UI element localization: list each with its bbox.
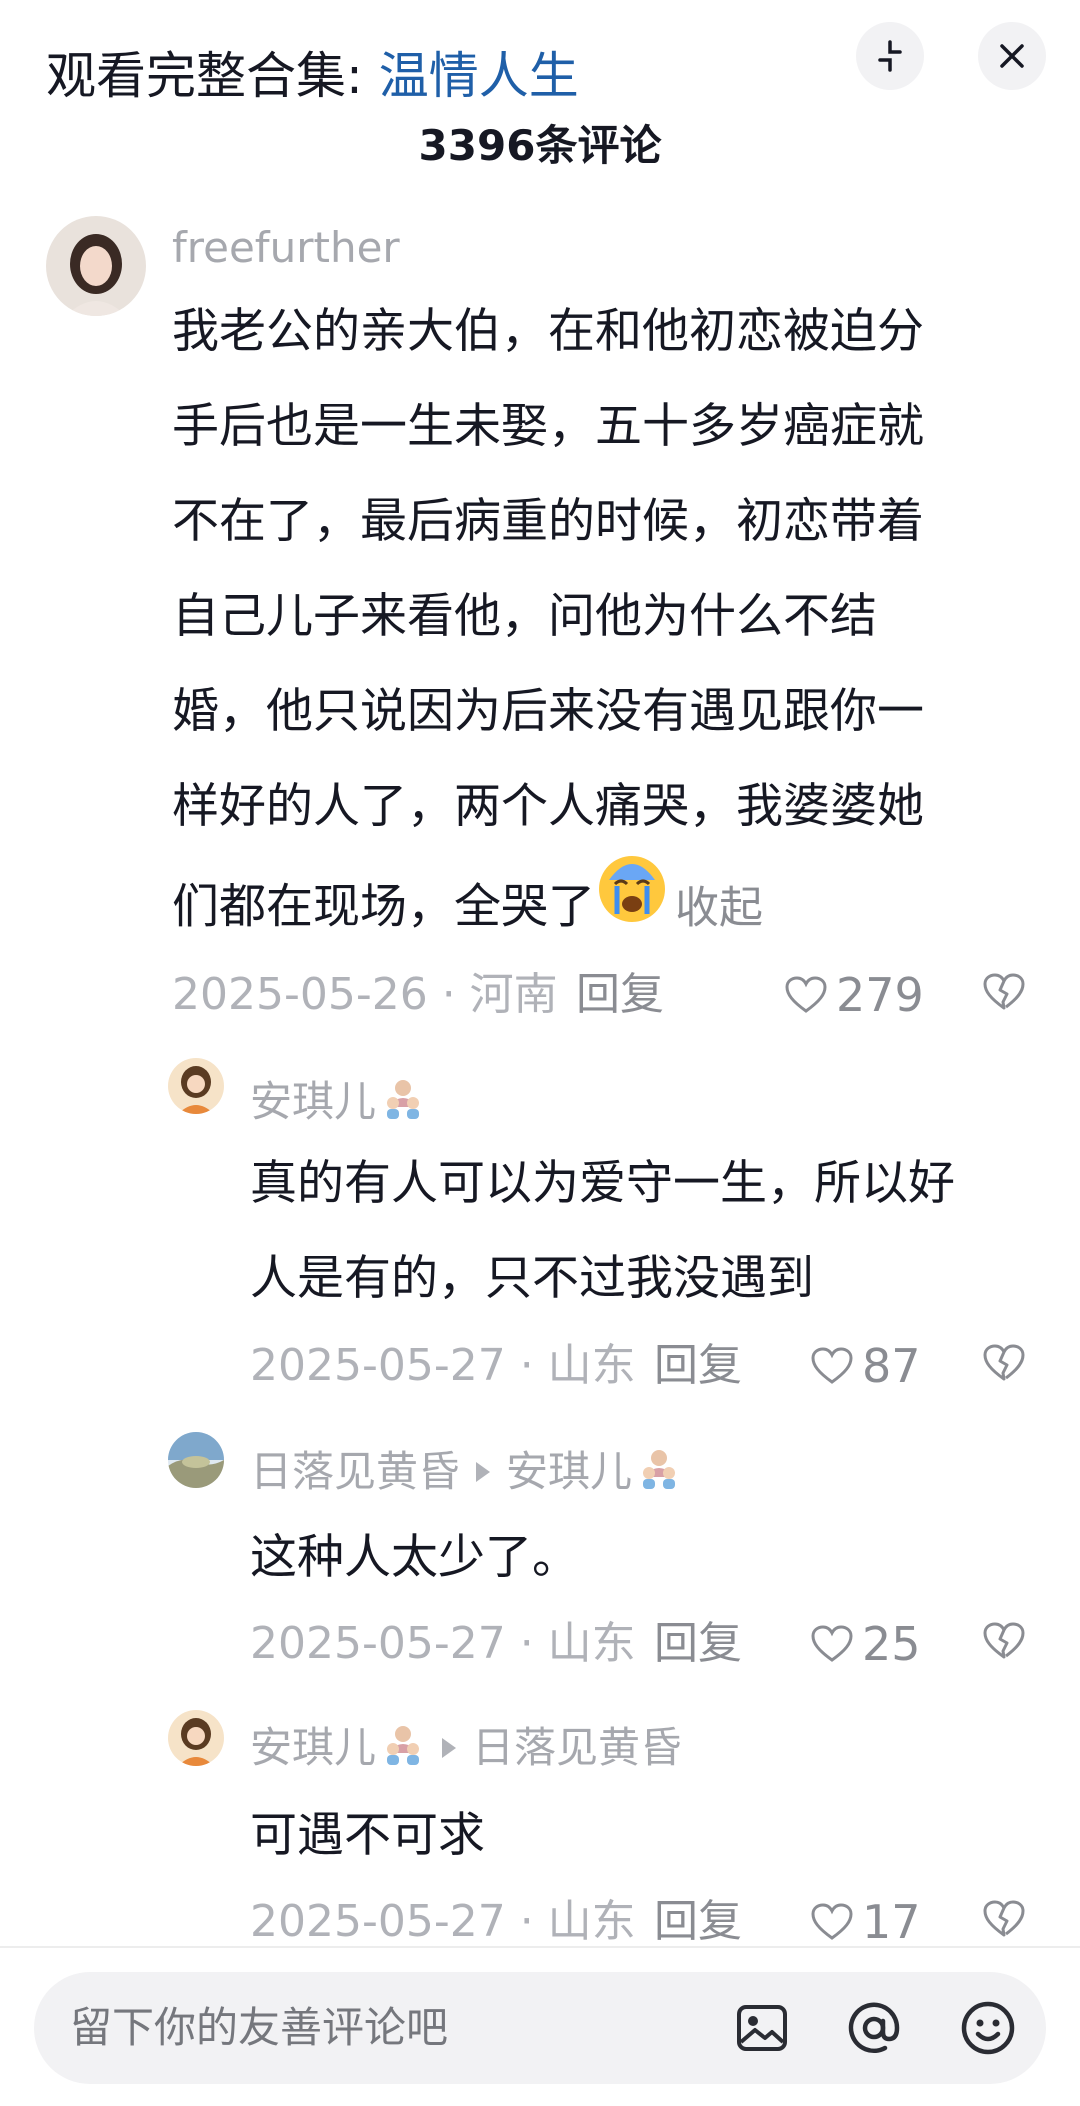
comment-line: 手后也是一生未娶，五十多岁癌症就 xyxy=(172,399,924,454)
close-icon xyxy=(1000,44,1024,68)
reply-line: 人是有的，只不过我没遇到 xyxy=(250,1251,814,1306)
reply-to-username[interactable]: 安琪儿 xyxy=(506,1447,632,1496)
reply-button[interactable]: 回复 xyxy=(576,965,664,1025)
reply-line: 可遇不可求 xyxy=(250,1808,485,1863)
avatar-image xyxy=(168,1432,224,1488)
broken-heart-icon xyxy=(983,1344,1025,1381)
reply-to-username[interactable]: 日落见黄昏 xyxy=(472,1723,682,1772)
like-button[interactable]: 25 xyxy=(810,1614,921,1674)
close-button[interactable] xyxy=(978,22,1046,90)
comment-input-placeholder: 留下你的友善评论吧 xyxy=(70,2003,449,2052)
reply-username[interactable]: 日落见黄昏 安琪儿 xyxy=(250,1444,682,1505)
reply-username[interactable]: 安琪儿 xyxy=(250,1074,426,1135)
avatar-image xyxy=(168,1058,224,1114)
comment-username[interactable]: freefurther xyxy=(172,220,400,276)
dislike-button[interactable] xyxy=(982,1621,1026,1665)
family-badge-icon xyxy=(380,1721,426,1781)
collapse-button[interactable]: 收起 xyxy=(675,883,763,934)
image-button[interactable] xyxy=(728,1994,796,2062)
like-button[interactable]: 87 xyxy=(810,1336,921,1396)
reply-button[interactable]: 回复 xyxy=(654,1336,742,1396)
broken-heart-icon xyxy=(983,1622,1025,1659)
reply-text: 这种人太少了。 xyxy=(250,1510,1040,1605)
avatar-image xyxy=(168,1710,224,1766)
like-button[interactable]: 279 xyxy=(784,965,924,1025)
reply-meta: 2025-05-27 · 山东 xyxy=(250,1896,636,1947)
comment-input[interactable]: 留下你的友善评论吧 xyxy=(34,1972,1046,2084)
like-button[interactable]: 17 xyxy=(810,1892,921,1952)
heart-icon xyxy=(811,1625,853,1662)
reply-arrow-icon xyxy=(442,1737,457,1758)
broken-heart-icon xyxy=(983,1900,1025,1937)
like-count: 87 xyxy=(862,1339,921,1393)
dislike-button[interactable] xyxy=(982,972,1026,1016)
reply-line: 这种人太少了。 xyxy=(250,1530,579,1585)
reply-text: 可遇不可求 xyxy=(250,1788,1040,1883)
avatar-image xyxy=(46,216,146,316)
family-badge-icon xyxy=(380,1075,426,1135)
collection-link[interactable]: 观看完整合集: 温情人生 xyxy=(46,44,579,108)
crying-face-icon xyxy=(597,854,667,956)
like-count: 279 xyxy=(836,968,924,1022)
comment-meta: 2025-05-26 · 河南 xyxy=(172,969,558,1020)
comment-line: 样好的人了，两个人痛哭，我婆婆她 xyxy=(172,779,924,834)
dislike-button[interactable] xyxy=(982,1899,1026,1943)
minimize-button[interactable] xyxy=(856,22,924,90)
emoji-button[interactable] xyxy=(954,1994,1022,2062)
reply-line: 真的有人可以为爱守一生，所以好 xyxy=(250,1156,955,1211)
heart-icon xyxy=(785,976,827,1013)
comment-line: 婚，他只说因为后来没有遇见跟你一 xyxy=(172,684,924,739)
avatar[interactable] xyxy=(46,216,146,316)
at-icon xyxy=(848,2002,900,2054)
divider xyxy=(0,1946,1080,1948)
like-count: 17 xyxy=(862,1895,921,1949)
reply-button[interactable]: 回复 xyxy=(654,1892,742,1952)
comment-line: 们都在现场，全哭了 xyxy=(172,879,595,935)
comment-count-title: 3396条评论 xyxy=(418,121,662,170)
collection-name[interactable]: 温情人生 xyxy=(379,47,579,105)
reply-username[interactable]: 安琪儿 日落见黄昏 xyxy=(250,1720,682,1781)
reply-arrow-icon xyxy=(476,1461,491,1482)
like-count: 25 xyxy=(862,1617,921,1671)
comment-text: 我老公的亲大伯，在和他初恋被迫分 手后也是一生未娶，五十多岁癌症就 不在了，最后… xyxy=(172,284,1032,966)
heart-icon xyxy=(811,1903,853,1940)
image-icon xyxy=(737,2005,787,2051)
comment-line: 不在了，最后病重的时候，初恋带着 xyxy=(172,494,924,549)
reply-avatar[interactable] xyxy=(168,1058,224,1114)
reply-avatar[interactable] xyxy=(168,1432,224,1488)
minimize-icon xyxy=(878,40,902,72)
dislike-button[interactable] xyxy=(982,1343,1026,1387)
comments-header: 观看完整合集: 温情人生 3396条评论 xyxy=(0,0,1080,180)
comment-line: 自己儿子来看他，问他为什么不结 xyxy=(172,589,877,644)
reply-meta: 2025-05-27 · 山东 xyxy=(250,1618,636,1669)
family-badge-icon xyxy=(636,1445,682,1505)
reply-meta: 2025-05-27 · 山东 xyxy=(250,1340,636,1391)
reply-avatar[interactable] xyxy=(168,1710,224,1766)
collection-prefix: 观看完整合集: xyxy=(46,47,379,105)
mention-button[interactable] xyxy=(840,1994,908,2062)
broken-heart-icon xyxy=(983,973,1025,1010)
heart-icon xyxy=(811,1347,853,1384)
comment-last-line: 们都在现场，全哭了 收起 xyxy=(172,854,1032,966)
reply-username-text: 日落见黄昏 xyxy=(250,1447,461,1496)
reply-text: 真的有人可以为爱守一生，所以好 人是有的，只不过我没遇到 xyxy=(250,1136,1040,1326)
emoji-icon xyxy=(961,2001,1015,2055)
reply-username-text: 安琪儿 xyxy=(250,1723,377,1772)
reply-button[interactable]: 回复 xyxy=(654,1614,742,1674)
reply-username-text: 安琪儿 xyxy=(250,1077,377,1126)
comment-line: 我老公的亲大伯，在和他初恋被迫分 xyxy=(172,304,924,359)
